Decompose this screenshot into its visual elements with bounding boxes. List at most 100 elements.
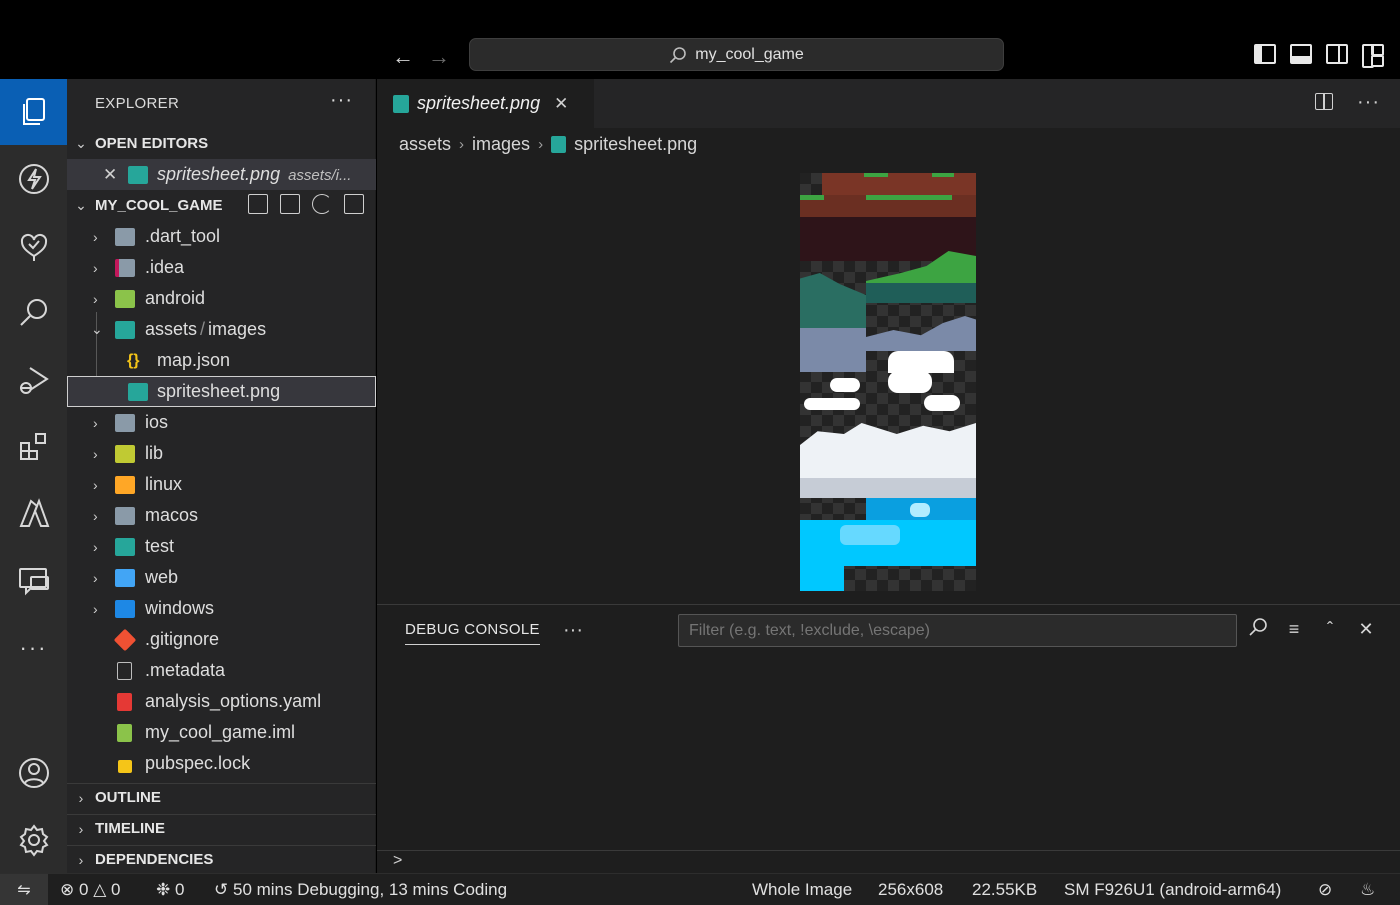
chevron-right-icon: › <box>93 507 98 524</box>
project-header[interactable]: ⌄ MY_COOL_GAME <box>67 191 376 219</box>
tree-row-spritesheet-png[interactable]: spritesheet.png <box>67 376 376 407</box>
close-editor-icon[interactable]: ✕ <box>103 165 117 185</box>
web-folder-icon <box>115 568 135 587</box>
tree-row-map-json[interactable]: {} map.json <box>67 345 376 376</box>
sidebar-more-icon[interactable]: ··· <box>330 89 353 112</box>
breadcrumb-images[interactable]: images <box>472 134 530 155</box>
console-prompt: > <box>393 852 403 869</box>
search-icon[interactable] <box>0 280 67 346</box>
cloud-tile <box>888 351 954 373</box>
ios-folder-icon <box>115 413 135 432</box>
tree-row-web[interactable]: › web <box>67 562 376 593</box>
debug-console-filter-input[interactable] <box>678 614 1237 647</box>
tree-row-iml[interactable]: my_cool_game.iml <box>67 717 376 748</box>
macos-folder-icon <box>115 506 135 525</box>
tree-row-test[interactable]: › test <box>67 531 376 562</box>
windows-folder-icon <box>115 599 135 618</box>
json-file-icon: {} <box>127 351 140 369</box>
history-icon: ↺ <box>214 880 229 899</box>
ports-indicator[interactable]: ❉ 0 <box>156 880 184 900</box>
tree-row-lib[interactable]: › lib <box>67 438 376 469</box>
collapse-all-icon[interactable] <box>344 194 364 214</box>
image-zoom-status[interactable]: Whole Image <box>752 880 852 900</box>
maximize-panel-chevron-up-icon[interactable]: ˆ <box>1319 619 1341 640</box>
image-file-icon <box>128 165 148 184</box>
tree-row-gitignore[interactable]: .gitignore <box>67 624 376 655</box>
more-views-icon[interactable]: ··· <box>0 615 67 681</box>
tree-row-windows[interactable]: › windows <box>67 593 376 624</box>
panel-more-icon[interactable]: ··· <box>563 619 583 642</box>
chevron-right-icon: › <box>93 445 98 462</box>
close-panel-icon[interactable]: ✕ <box>1355 619 1377 640</box>
timeline-header[interactable]: › TIMELINE <box>67 814 376 842</box>
open-editor-item[interactable]: ✕ spritesheet.png assets/i... <box>67 159 376 190</box>
forward-arrow-icon[interactable]: → <box>428 44 450 70</box>
tree-row-android[interactable]: › android <box>67 283 376 314</box>
tree-row-macos[interactable]: › macos <box>67 500 376 531</box>
copilot-disabled-icon[interactable]: ⊘ <box>1318 880 1332 900</box>
toggle-panel-icon[interactable] <box>1290 44 1312 64</box>
lock-file-icon <box>118 760 132 773</box>
grass-tile <box>932 173 954 177</box>
chevron-right-icon: › <box>93 228 98 245</box>
manage-gear-icon[interactable] <box>0 807 67 873</box>
tree-row-metadata[interactable]: .metadata <box>67 655 376 686</box>
tree-row-analysis-options[interactable]: analysis_options.yaml <box>67 686 376 717</box>
breadcrumb-spritesheet[interactable]: spritesheet.png <box>574 134 697 155</box>
explorer-icon[interactable] <box>0 79 67 145</box>
cloud-tile <box>804 398 860 410</box>
close-tab-icon[interactable]: ✕ <box>554 94 568 114</box>
new-folder-icon[interactable] <box>280 194 300 214</box>
debug-console-input[interactable]: > <box>377 850 1400 873</box>
tree-row-assets-images[interactable]: ⌄ assets / images <box>67 314 376 345</box>
clear-console-icon[interactable]: ≡ <box>1283 619 1305 640</box>
chevron-right-icon: › <box>93 538 98 555</box>
cloud-tile <box>924 395 960 411</box>
chevron-right-icon: › <box>93 476 98 493</box>
extensions-icon[interactable] <box>0 414 67 480</box>
problems-indicator[interactable]: ⊗ 0 △ 0 <box>60 880 120 900</box>
new-file-icon[interactable] <box>248 194 268 214</box>
tree-row-pubspec-lock[interactable]: pubspec.lock <box>67 748 376 779</box>
refresh-icon[interactable] <box>312 194 332 214</box>
device-status[interactable]: SM F926U1 (android-arm64) <box>1064 880 1281 900</box>
water-tile <box>800 566 844 591</box>
tree-row-idea[interactable]: › .idea <box>67 252 376 283</box>
grass-tile <box>800 195 824 200</box>
tree-row-linux[interactable]: › linux <box>67 469 376 500</box>
cloud-tile <box>888 371 932 393</box>
spritesheet-image[interactable] <box>800 173 976 591</box>
distant-mountain-tile <box>800 328 866 372</box>
dependencies-header[interactable]: › DEPENDENCIES <box>67 845 376 873</box>
tab-spritesheet-png[interactable]: spritesheet.png ✕ <box>377 79 595 128</box>
toggle-primary-sidebar-icon[interactable] <box>1254 44 1276 64</box>
tree-row-dart-tool[interactable]: › .dart_tool <box>67 221 376 252</box>
breadcrumb-assets[interactable]: assets <box>399 134 451 155</box>
chevron-right-icon: › <box>538 136 544 153</box>
editor-more-icon[interactable]: ··· <box>1357 92 1380 112</box>
outline-header[interactable]: › OUTLINE <box>67 783 376 811</box>
run-and-debug-icon[interactable] <box>0 347 67 413</box>
accounts-icon[interactable] <box>0 740 67 806</box>
tab-debug-console[interactable]: DEBUG CONSOLE <box>405 621 540 645</box>
flutter-icon[interactable] <box>0 146 67 212</box>
notifications-bell-icon[interactable]: ♨ <box>1360 880 1375 900</box>
image-size-status: 22.55KB <box>972 880 1038 899</box>
open-editors-header[interactable]: ⌄ OPEN EDITORS <box>67 129 376 157</box>
remote-explorer-icon[interactable] <box>0 548 67 614</box>
azure-icon[interactable] <box>0 481 67 547</box>
cloud-tile <box>830 378 860 392</box>
search-icon[interactable] <box>1247 617 1269 642</box>
remote-indicator-icon[interactable]: ⇋ <box>0 874 48 905</box>
time-tracker[interactable]: ↺ 50 mins Debugging, 13 mins Coding <box>214 880 507 900</box>
grass-tile <box>864 173 888 177</box>
command-center-search[interactable]: my_cool_game <box>469 38 1004 71</box>
back-arrow-icon[interactable]: ← <box>392 44 414 70</box>
title-bar: ← → my_cool_game <box>0 0 1400 79</box>
source-control-icon[interactable] <box>0 213 67 279</box>
customize-layout-icon[interactable] <box>1362 44 1384 68</box>
toggle-secondary-sidebar-icon[interactable] <box>1326 44 1348 64</box>
tree-row-ios[interactable]: › ios <box>67 407 376 438</box>
split-editor-icon[interactable] <box>1315 93 1334 110</box>
broadcast-icon: ❉ <box>156 880 171 899</box>
